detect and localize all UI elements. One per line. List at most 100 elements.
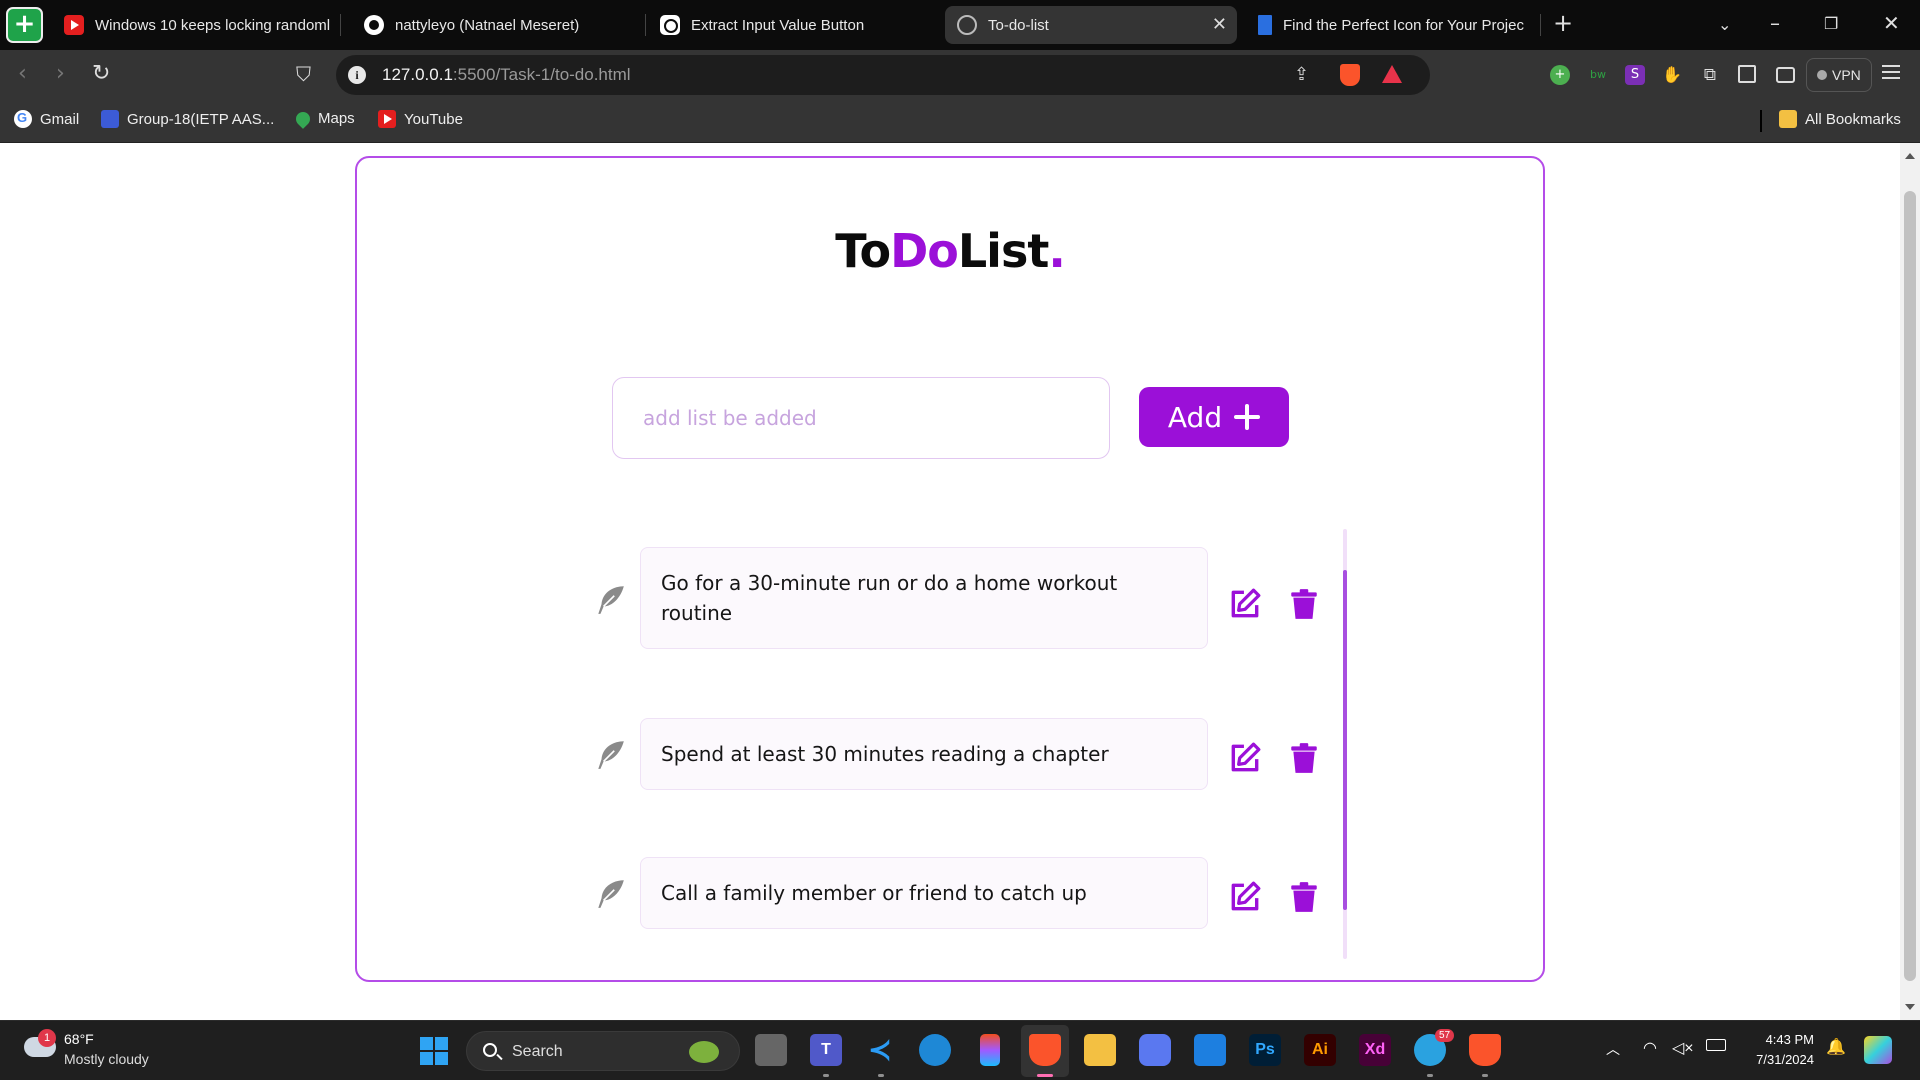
wallet-icon[interactable]	[1776, 67, 1795, 83]
todo-input[interactable]	[612, 377, 1110, 459]
tab-todo-list[interactable]: To-do-list ✕	[945, 6, 1237, 44]
all-bookmarks-button[interactable]: All Bookmarks	[1779, 110, 1901, 128]
extension-plus-icon[interactable]: +	[1550, 65, 1570, 85]
maps-icon	[293, 108, 313, 129]
weather-desc: Mostly cloudy	[64, 1051, 149, 1067]
edit-icon[interactable]	[1228, 741, 1262, 775]
page-scrollbar-thumb[interactable]	[1904, 191, 1916, 981]
chatgpt-icon	[660, 15, 680, 35]
running-indicator	[823, 1074, 829, 1077]
extension-bw-icon[interactable]: bw	[1588, 65, 1608, 85]
close-window-icon[interactable]: ✕	[1883, 11, 1900, 35]
brave-icon[interactable]	[1469, 1034, 1501, 1066]
teams-icon[interactable]: T	[810, 1034, 842, 1066]
menu-icon[interactable]	[1882, 65, 1900, 79]
search-icon	[483, 1043, 497, 1057]
copilot-icon[interactable]	[1864, 1036, 1892, 1064]
brave-icon[interactable]	[1029, 1034, 1061, 1066]
plus-icon	[1234, 404, 1261, 430]
taskbar-search[interactable]: Search	[466, 1031, 740, 1071]
youtube-icon	[64, 15, 84, 35]
xd-icon[interactable]: Xd	[1359, 1034, 1391, 1066]
todo-item-text: Go for a 30-minute run or do a home work…	[661, 571, 1118, 625]
forward-icon[interactable]: ›	[56, 62, 65, 86]
weather-temp: 68°F	[64, 1031, 94, 1047]
edit-icon[interactable]	[1228, 880, 1262, 914]
minimize-icon[interactable]: –	[1770, 11, 1780, 35]
restore-icon[interactable]: ❐	[1824, 14, 1838, 33]
show-hidden-icons[interactable]: ︿	[1606, 1039, 1620, 1059]
extensions-puzzle-icon[interactable]: ⧉	[1700, 65, 1720, 85]
clock-time[interactable]: 4:43 PM	[1752, 1032, 1814, 1047]
navigation-bar: ‹ › ↻ ⛉ i 127.0.0.1:5500/Task-1/to-do.ht…	[0, 50, 1920, 100]
bookmark-maps[interactable]: Maps	[293, 108, 355, 129]
bookmark-group-18[interactable]: Group-18(IETP AAS...	[101, 110, 274, 128]
taskbar: 1 68°F Mostly cloudy Search T ≺ Ps Ai Xd…	[0, 1020, 1920, 1080]
trash-icon[interactable]	[1287, 741, 1321, 775]
volume-muted-icon[interactable]: ◁×	[1672, 1038, 1694, 1058]
search-label: Search	[512, 1043, 563, 1060]
page-viewport: ToDoList. Add Go for a 30-minute run or …	[0, 143, 1900, 1020]
tab-youtube[interactable]: Windows 10 keeps locking randoml	[52, 6, 334, 44]
tab-label: Windows 10 keeps locking randoml	[95, 16, 331, 34]
vpn-button[interactable]: VPN	[1806, 58, 1872, 92]
extension-hand-icon[interactable]: ✋	[1662, 65, 1682, 85]
wifi-icon[interactable]: ◠	[1643, 1038, 1657, 1058]
figma-icon[interactable]	[980, 1034, 1000, 1066]
start-button[interactable]	[420, 1037, 448, 1065]
new-tab-icon[interactable]: +	[1553, 9, 1573, 37]
photoshop-icon[interactable]: Ps	[1249, 1034, 1281, 1066]
bookmark-youtube[interactable]: YouTube	[378, 110, 463, 128]
clock-date[interactable]: 7/31/2024	[1741, 1052, 1814, 1067]
tab-strip: + Windows 10 keeps locking randoml natty…	[0, 0, 1920, 50]
reload-icon[interactable]: ↻	[92, 62, 110, 86]
tab-groups-icon[interactable]: +	[6, 7, 43, 43]
todo-item-text: Spend at least 30 minutes reading a chap…	[661, 742, 1109, 766]
notification-bell-icon[interactable]: 🔔	[1826, 1037, 1846, 1057]
battery-icon[interactable]	[1706, 1039, 1726, 1051]
close-tab-icon[interactable]: ✕	[1212, 14, 1227, 35]
tab-divider	[340, 14, 341, 36]
framer-icon[interactable]	[1194, 1034, 1226, 1066]
running-indicator	[1482, 1074, 1488, 1077]
back-icon[interactable]: ‹	[18, 62, 27, 86]
running-indicator	[878, 1074, 884, 1077]
feather-icon	[598, 741, 624, 769]
tab-chatgpt[interactable]: Extract Input Value Button	[648, 6, 938, 44]
app-icon[interactable]	[1139, 1034, 1171, 1066]
todo-item[interactable]: Go for a 30-minute run or do a home work…	[640, 547, 1208, 649]
trash-icon[interactable]	[1287, 880, 1321, 914]
edit-icon[interactable]	[1228, 587, 1262, 621]
brave-shields-icon[interactable]	[1340, 64, 1360, 86]
brave-rewards-icon[interactable]	[1382, 65, 1402, 83]
tab-github[interactable]: nattyleyo (Natnael Meseret)	[352, 6, 642, 44]
bookmark-icon[interactable]: ⛉	[296, 62, 311, 86]
trash-icon[interactable]	[1287, 587, 1321, 621]
url-text[interactable]: 127.0.0.1:5500/Task-1/to-do.html	[382, 65, 631, 85]
vscode-icon[interactable]: ≺	[864, 1034, 896, 1066]
tab-search-chevron-icon[interactable]: ⌄	[1718, 15, 1731, 34]
scroll-down-icon[interactable]	[1905, 1004, 1915, 1010]
site-info-icon[interactable]: i	[348, 66, 366, 84]
sidebar-toggle-icon[interactable]	[1738, 65, 1756, 83]
page-scrollbar[interactable]	[1900, 143, 1920, 1020]
telegram-badge: 57	[1435, 1029, 1455, 1042]
edge-icon[interactable]	[919, 1034, 951, 1066]
tab-divider	[1540, 14, 1541, 36]
tab-icon-finder[interactable]: Find the Perfect Icon for Your Projec	[1246, 6, 1528, 44]
share-icon[interactable]: ⇪	[1294, 64, 1309, 85]
illustrator-icon[interactable]: Ai	[1304, 1034, 1336, 1066]
list-scrollbar-thumb[interactable]	[1343, 570, 1347, 910]
file-explorer-icon[interactable]	[1084, 1034, 1116, 1066]
search-highlight-icon	[689, 1041, 719, 1063]
extension-s-icon[interactable]: S	[1625, 65, 1645, 85]
todo-item[interactable]: Spend at least 30 minutes reading a chap…	[640, 718, 1208, 790]
scroll-up-icon[interactable]	[1905, 153, 1915, 159]
address-bar[interactable]: i 127.0.0.1:5500/Task-1/to-do.html ⇪	[336, 55, 1430, 95]
add-button[interactable]: Add	[1139, 387, 1289, 447]
todo-item[interactable]: Call a family member or friend to catch …	[640, 857, 1208, 929]
tab-label: To-do-list	[988, 16, 1049, 34]
app-title: ToDoList.	[835, 224, 1066, 278]
bookmark-gmail[interactable]: Gmail	[14, 110, 79, 128]
task-view-icon[interactable]	[755, 1034, 787, 1066]
